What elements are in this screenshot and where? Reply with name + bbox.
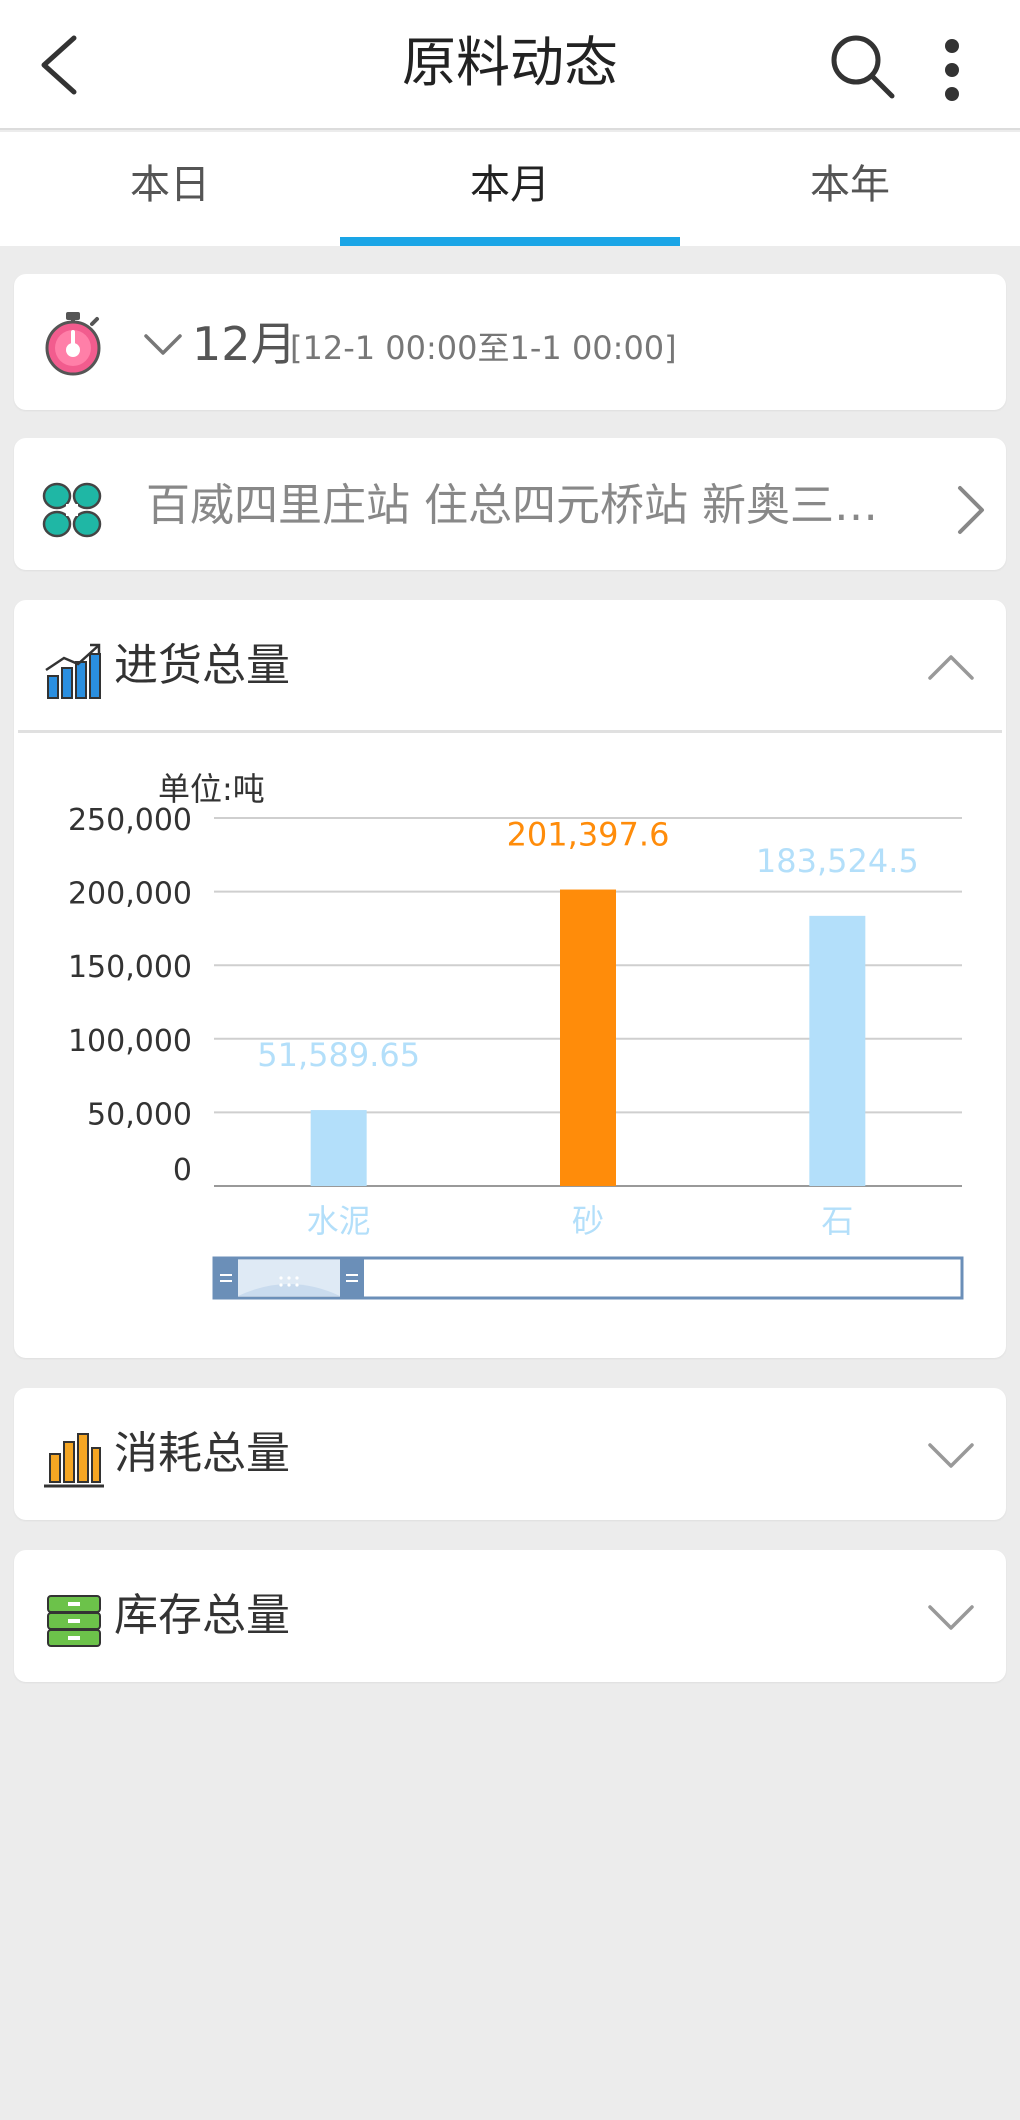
incoming-total-card: 进货总量 单位:吨 250,000 200,000 150,000 100,000 50… <box>14 600 1006 1358</box>
date-range: [12-1 00:00至1-1 00:00] <box>290 329 677 367</box>
clover-icon <box>42 482 102 538</box>
tab-year[interactable]: 本年 <box>680 132 1020 246</box>
y-tick-label: 250,000 <box>68 803 192 838</box>
bar-value-label: 51,589.65 <box>257 1036 420 1074</box>
stopwatch-icon <box>45 312 101 376</box>
slider-grip-dot <box>287 1283 291 1287</box>
x-category-label: 砂 <box>572 1202 604 1240</box>
selected-stations: 百威四里庄站 住总四元桥站 新奥三… <box>146 480 878 531</box>
stock-section-header[interactable]: 库存总量 <box>14 1550 1006 1680</box>
bar <box>560 889 616 1186</box>
chevron-down-icon[interactable] <box>926 1602 976 1632</box>
stock-total-card[interactable]: 库存总量 <box>14 1550 1006 1682</box>
y-tick-label: 50,000 <box>87 1097 192 1132</box>
incoming-bar-chart: 250,000 200,000 150,000 100,000 50,000 0 51,58… <box>68 803 964 1300</box>
bar <box>310 1110 367 1186</box>
tab-day[interactable]: 本日 <box>0 132 340 246</box>
chevron-down-icon[interactable] <box>142 328 184 360</box>
date-selector-card[interactable]: 12月 [12-1 00:00至1-1 00:00] <box>14 274 1006 410</box>
stock-section-title: 库存总量 <box>114 1590 290 1641</box>
chevron-down-icon[interactable] <box>926 1440 976 1470</box>
slider-grip-dot <box>295 1283 299 1287</box>
x-category-label: 石 <box>821 1202 853 1240</box>
app-header: 原料动态 <box>0 0 1020 130</box>
selected-month: 12月 <box>192 317 297 371</box>
period-tabs: 本日 本月 本年 <box>0 132 1020 246</box>
more-vertical-icon[interactable] <box>932 36 972 106</box>
zoom-slider-handle-right <box>340 1258 364 1298</box>
tab-month[interactable]: 本月 <box>340 132 680 246</box>
bar-chart-icon <box>44 1433 104 1488</box>
bar <box>809 915 866 1186</box>
bar-value-label: 183,524.5 <box>756 842 919 880</box>
bar-value-label: 201,397.6 <box>507 816 670 854</box>
storage-drawers-icon <box>47 1595 101 1647</box>
y-tick-label: 200,000 <box>68 877 192 912</box>
search-icon[interactable] <box>828 32 898 102</box>
station-selector-card[interactable]: 百威四里庄站 住总四元桥站 新奥三… <box>14 438 1006 570</box>
consume-section-header[interactable]: 消耗总量 <box>14 1388 1006 1518</box>
y-tick-label: 100,000 <box>68 1024 192 1059</box>
consume-section-title: 消耗总量 <box>114 1428 290 1479</box>
y-tick-label: 0 <box>173 1153 192 1188</box>
consume-total-card[interactable]: 消耗总量 <box>14 1388 1006 1520</box>
x-category-label: 水泥 <box>307 1202 371 1240</box>
slider-grip-dot <box>279 1276 283 1280</box>
y-tick-label: 150,000 <box>68 950 192 985</box>
chevron-right-icon[interactable] <box>954 482 988 538</box>
slider-grip-dot <box>295 1276 299 1280</box>
zoom-slider-handle-left <box>214 1258 238 1298</box>
slider-grip-dot <box>287 1276 291 1280</box>
slider-grip-dot <box>279 1283 283 1287</box>
